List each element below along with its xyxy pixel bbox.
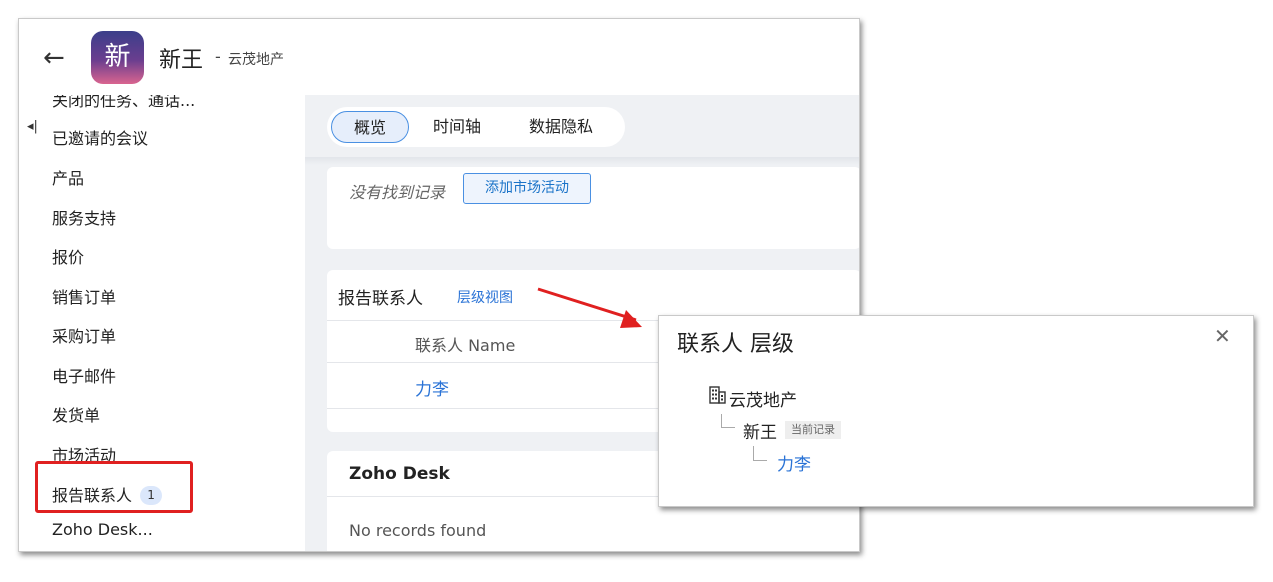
dialog-title: 联系人 层级 [677,332,794,357]
contact-hierarchy-dialog: 联系人 层级 ✕ 云茂地产 新王 当前记录 力李 [658,315,1254,507]
sidebar-item-emails[interactable]: 电子邮件 [52,363,116,387]
title-separator: - [215,47,221,66]
close-icon[interactable]: ✕ [1214,324,1231,348]
record-header: ← 新 新王 - 云茂地产 [19,19,859,95]
account-name[interactable]: 云茂地产 [228,49,284,69]
column-header-contact-name[interactable]: 联系人 Name [415,332,515,356]
tree-node-child[interactable]: 力李 [777,450,811,475]
tree-connector [753,446,767,461]
tab-data-privacy[interactable]: 数据隐私 [513,111,609,143]
tree-connector [721,414,735,428]
sidebar-item-purchase-orders[interactable]: 采购订单 [52,323,116,347]
sidebar-item-cases[interactable]: 服务支持 [52,205,116,229]
sidebar-item-closed-activities[interactable]: 关闭的任务、通话... [52,95,195,111]
arrow-left-icon[interactable]: ← [43,43,73,73]
tab-timeline[interactable]: 时间轴 [419,111,495,143]
collapse-sidebar-icon[interactable]: ◂| [27,119,38,134]
avatar: 新 [91,31,144,84]
tree-node-account[interactable]: 云茂地产 [729,386,797,411]
sidebar-item-invited-meetings[interactable]: 已邀请的会议 [52,125,148,149]
add-campaign-button[interactable]: 添加市场活动 [463,173,591,204]
pointer-arrow-icon [537,287,642,328]
empty-state-text: No records found [349,521,487,540]
record-title: 新王 [159,48,204,73]
tabbar-divider [305,157,859,165]
contact-link[interactable]: 力李 [415,375,449,400]
tree-node-current: 新王 [743,423,777,443]
tab-overview[interactable]: 概览 [331,111,409,143]
hierarchy-view-link[interactable]: 层级视图 [457,287,513,307]
campaigns-card: 没有找到记录 添加市场活动 [327,167,859,249]
section-title: 报告联系人 [338,289,423,309]
tab-bar: 概览 时间轴 数据隐私 [327,107,625,147]
sidebar-item-quotes[interactable]: 报价 [52,244,84,268]
current-record-badge: 当前记录 [785,421,841,439]
highlight-annotation [35,461,193,513]
sidebar-item-sales-orders[interactable]: 销售订单 [52,284,116,308]
sidebar-item-zoho-desk[interactable]: Zoho Desk... [52,520,153,539]
sidebar-item-products[interactable]: 产品 [52,165,84,189]
section-title: Zoho Desk [349,464,450,484]
empty-state-text: 没有找到记录 [349,183,446,202]
sidebar-item-invoices[interactable]: 发货单 [52,402,100,426]
building-icon [709,386,726,404]
